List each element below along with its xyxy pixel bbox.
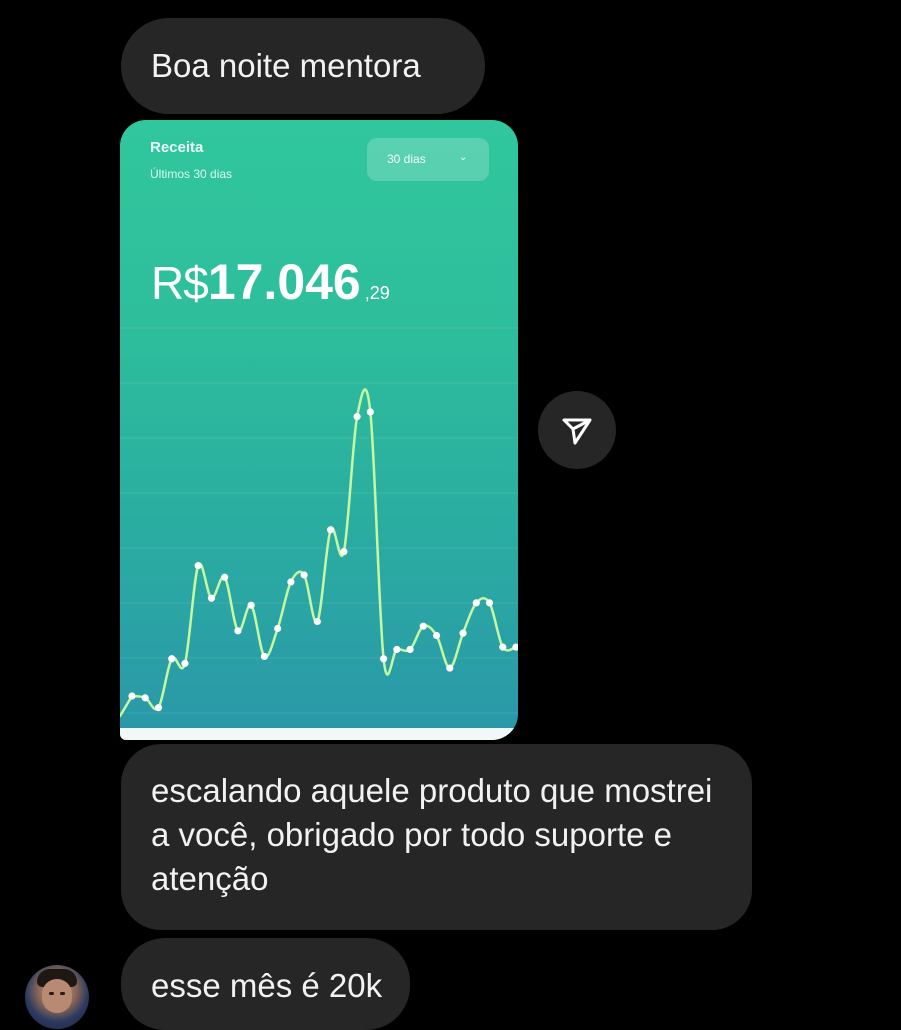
user-avatar[interactable]	[25, 965, 89, 1029]
revenue-points	[128, 408, 518, 712]
data-point	[366, 408, 374, 416]
data-point	[234, 627, 242, 635]
data-point	[499, 643, 507, 651]
amount-integer: 17.046	[207, 254, 361, 310]
message-text: escalando aquele produto que mostrei a v…	[151, 772, 713, 897]
data-point	[327, 526, 335, 534]
chart-gridlines	[120, 327, 518, 714]
revenue-chart	[120, 327, 518, 718]
message-text: Boa noite mentora	[151, 47, 421, 84]
chevron-down-icon: ⌄	[459, 152, 468, 163]
data-point	[419, 622, 427, 630]
data-point	[313, 617, 321, 626]
data-point	[141, 694, 149, 702]
data-point	[168, 655, 176, 663]
shared-revenue-card[interactable]: Receita Últimos 30 dias 30 dias ⌄ R$17.0…	[120, 120, 518, 740]
data-point	[300, 571, 308, 579]
data-point	[353, 413, 361, 421]
data-point	[446, 664, 454, 672]
data-point	[287, 578, 295, 586]
data-point	[472, 599, 480, 607]
message-bubble[interactable]: esse mês é 20k	[121, 938, 410, 1030]
paper-plane-icon	[562, 418, 592, 445]
message-text: esse mês é 20k	[151, 967, 383, 1004]
data-point	[393, 645, 401, 654]
data-point	[406, 645, 414, 654]
data-point	[274, 624, 282, 633]
amount-cents: ,29	[364, 283, 390, 303]
data-point	[485, 599, 494, 607]
amount-currency: R$	[151, 257, 209, 309]
data-point	[432, 631, 441, 640]
data-point	[459, 629, 467, 637]
message-bubble[interactable]: escalando aquele produto que mostrei a v…	[121, 744, 752, 930]
period-dropdown[interactable]: 30 dias ⌄	[367, 138, 489, 181]
data-point	[379, 655, 388, 663]
card-subtitle: Últimos 30 dias	[150, 167, 233, 181]
data-point	[128, 692, 136, 700]
card-bottom-strip	[120, 728, 518, 740]
revenue-amount: R$17.046,29	[151, 253, 390, 311]
data-point	[260, 652, 269, 661]
data-point	[154, 704, 163, 712]
data-point	[340, 548, 348, 556]
message-bubble[interactable]: Boa noite mentora	[121, 18, 485, 114]
data-point	[194, 562, 202, 570]
data-point	[181, 659, 189, 668]
share-button[interactable]	[538, 391, 616, 469]
period-dropdown-label: 30 dias	[387, 152, 426, 166]
data-point	[207, 594, 216, 602]
data-point	[221, 573, 229, 581]
card-title: Receita	[150, 139, 204, 156]
data-point	[247, 601, 255, 609]
